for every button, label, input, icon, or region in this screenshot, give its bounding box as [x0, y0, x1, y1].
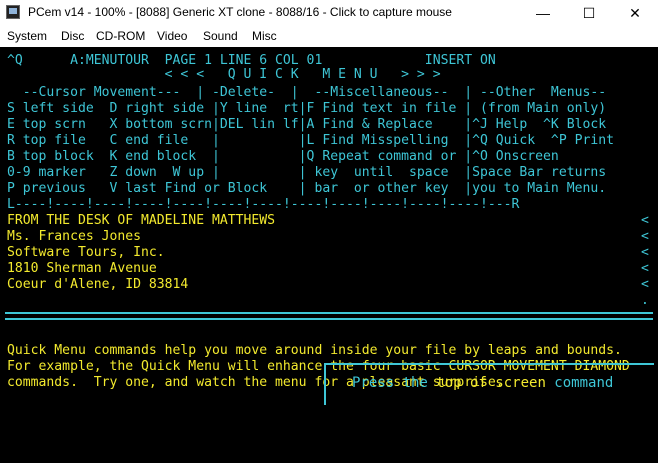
menu-header-row: --Cursor Movement--- | -Delete- | --Misc… — [7, 85, 607, 100]
divider-line — [5, 312, 653, 314]
menubar: System Disc CD-ROM Video Sound Misc — [0, 26, 658, 46]
minimize-button[interactable]: — — [520, 0, 566, 26]
menu-disc[interactable]: Disc — [61, 29, 84, 43]
menu-row: E top scrn X bottom scrn|DEL lin lf|A Fi… — [7, 117, 607, 132]
menu-row: 0-9 marker Z down W up | | key until spa… — [7, 165, 607, 180]
flag-marker: < — [641, 213, 649, 228]
document-line: FROM THE DESK OF MADELINE MATTHEWS — [7, 213, 276, 228]
divider-line — [5, 318, 653, 320]
document-line: Coeur d'Alene, ID 83814 — [7, 277, 189, 292]
menu-row: B top block K end block | |Q Repeat comm… — [7, 149, 559, 164]
quick-menu-title: < < < Q U I C K M E N U > > > — [7, 67, 441, 82]
flag-marker: < — [641, 229, 649, 244]
instruction-prefix: Press the — [352, 375, 437, 391]
flag-marker: < — [641, 277, 649, 292]
document-line: Software Tours, Inc. — [7, 245, 165, 260]
instruction-suffix: command — [545, 375, 614, 391]
menu-cdrom[interactable]: CD-ROM — [96, 29, 145, 43]
menu-system[interactable]: System — [7, 29, 47, 43]
document-line: 1810 Sherman Avenue — [7, 261, 157, 276]
window-titlebar: PCem v14 - 100% - [8088] Generic XT clon… — [0, 0, 658, 26]
menu-row: P previous V last Find or Block | bar or… — [7, 181, 607, 196]
menu-misc[interactable]: Misc — [252, 29, 277, 43]
close-button[interactable]: ✕ — [612, 0, 658, 26]
instruction-highlight: top of screen — [436, 375, 546, 391]
end-of-file-marker: . — [641, 293, 649, 308]
flag-marker: < — [641, 245, 649, 260]
app-icon — [6, 5, 20, 19]
menu-row: S left side D right side |Y line rt|F Fi… — [7, 101, 607, 116]
window-title: PCem v14 - 100% - [8088] Generic XT clon… — [28, 5, 452, 19]
menu-row: R top file C end file | |L Find Misspell… — [7, 133, 614, 148]
description-line: Quick Menu commands help you move around… — [7, 343, 622, 358]
menu-sound[interactable]: Sound — [203, 29, 238, 43]
instruction-text: Press the top of screen command — [352, 375, 613, 391]
document-line: Ms. Frances Jones — [7, 229, 142, 244]
menu-video[interactable]: Video — [157, 29, 187, 43]
maximize-button[interactable]: ☐ — [566, 0, 612, 26]
flag-marker: < — [641, 261, 649, 276]
ruler-line: L----!----!----!----!----!----!----!----… — [7, 197, 520, 212]
